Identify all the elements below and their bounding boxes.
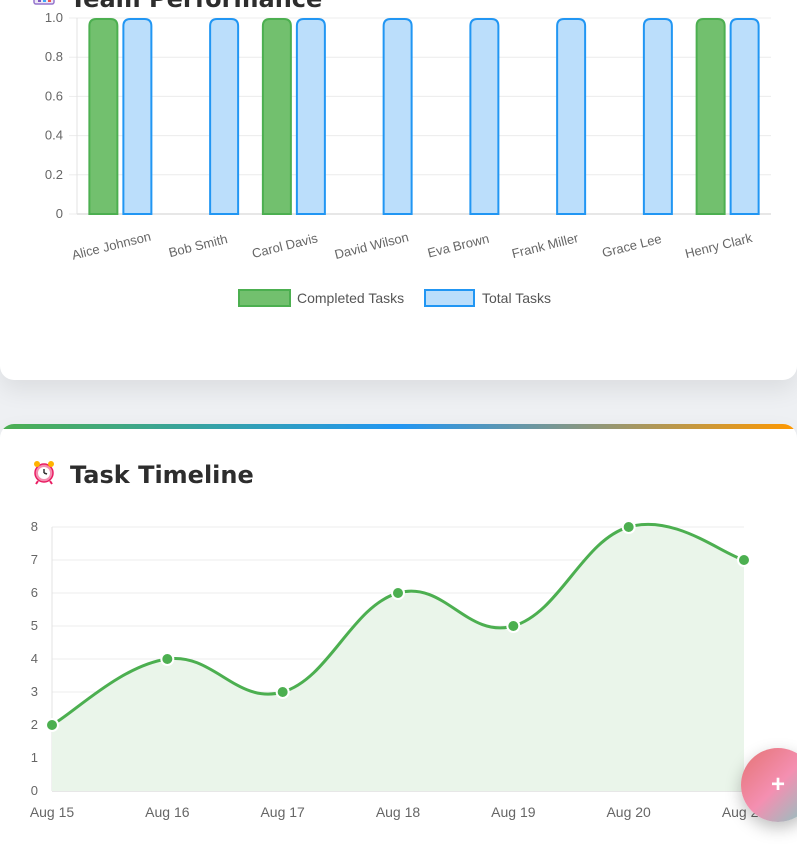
team-performance-chart: 0 0.2 0.4 0.6 0.8 1.0 Alice Johnson Bob Smith Ca… (45, 10, 771, 307)
y-tick-label: 4 (31, 651, 38, 666)
x-tick-label: Bob Smith (167, 231, 229, 260)
y-tick-label: 0.8 (45, 49, 63, 64)
y-tick-label: 1 (31, 750, 38, 765)
y-tick-label: 0.4 (45, 128, 63, 143)
x-tick-label: Aug 18 (376, 804, 421, 820)
bar-total (209, 18, 240, 215)
bar-completed (261, 18, 292, 215)
x-tick-label: Grace Lee (601, 231, 664, 260)
x-tick-label: Alice Johnson (70, 229, 152, 263)
y-tick-label: 6 (31, 585, 38, 600)
bar-total (729, 18, 760, 215)
y-tick-label: 3 (31, 684, 38, 699)
y-tick-label: 0 (56, 206, 63, 221)
data-point (275, 685, 290, 699)
y-tick-label: 0.2 (45, 167, 63, 182)
x-tick-label: Carol Davis (250, 230, 319, 261)
data-point (621, 520, 636, 534)
data-point (45, 718, 59, 732)
y-tick-label: 1.0 (45, 10, 63, 25)
bar-total (295, 18, 326, 215)
y-tick-label: 7 (31, 552, 38, 567)
x-tick-label: Aug 16 (145, 804, 190, 820)
y-tick-label: 8 (31, 519, 38, 534)
legend-label: Completed Tasks (297, 290, 404, 306)
area-fill (52, 524, 744, 791)
add-button-label: + (771, 771, 786, 798)
x-tick-label: Aug 15 (30, 804, 75, 820)
x-tick-label: Henry Clark (683, 230, 754, 261)
bar-completed (88, 18, 119, 215)
x-tick-label: Aug 17 (260, 804, 305, 820)
legend-swatch-total (424, 289, 475, 307)
legend-label: Total Tasks (482, 290, 551, 306)
x-tick-label: Frank Miller (510, 230, 580, 261)
x-tick-label: David Wilson (333, 229, 410, 262)
y-tick-label: 2 (31, 717, 38, 732)
bar-total (469, 18, 500, 215)
bar-total (382, 18, 413, 215)
bar-total (556, 18, 587, 215)
team-performance-card: Team Performance 00.20.40.60.81.0Alice J… (0, 0, 797, 380)
y-tick-label: 0.6 (45, 88, 63, 103)
bar-total (642, 18, 673, 215)
bar-completed (695, 18, 726, 215)
y-tick-label: 5 (31, 618, 38, 633)
data-point (737, 553, 751, 567)
x-tick-label: Aug 20 (606, 804, 651, 820)
data-point (160, 652, 175, 666)
data-point (391, 586, 405, 600)
x-tick-label: Aug 19 (491, 804, 536, 820)
task-timeline-card: Task Timeline 0 1 2 3 4 5 6 7 8 Aug 15 Aug 16 Aug 1… (0, 424, 797, 854)
bar-total (122, 18, 153, 215)
task-timeline-chart: 0 1 2 3 4 5 6 7 8 Aug 15 Aug 16 Aug 17 Aug 18 Aug 19 A… (30, 519, 767, 820)
x-tick-label: Eva Brown (426, 231, 491, 261)
data-point (506, 619, 521, 633)
legend-swatch-completed (238, 289, 291, 307)
y-tick-label: 0 (31, 783, 38, 798)
